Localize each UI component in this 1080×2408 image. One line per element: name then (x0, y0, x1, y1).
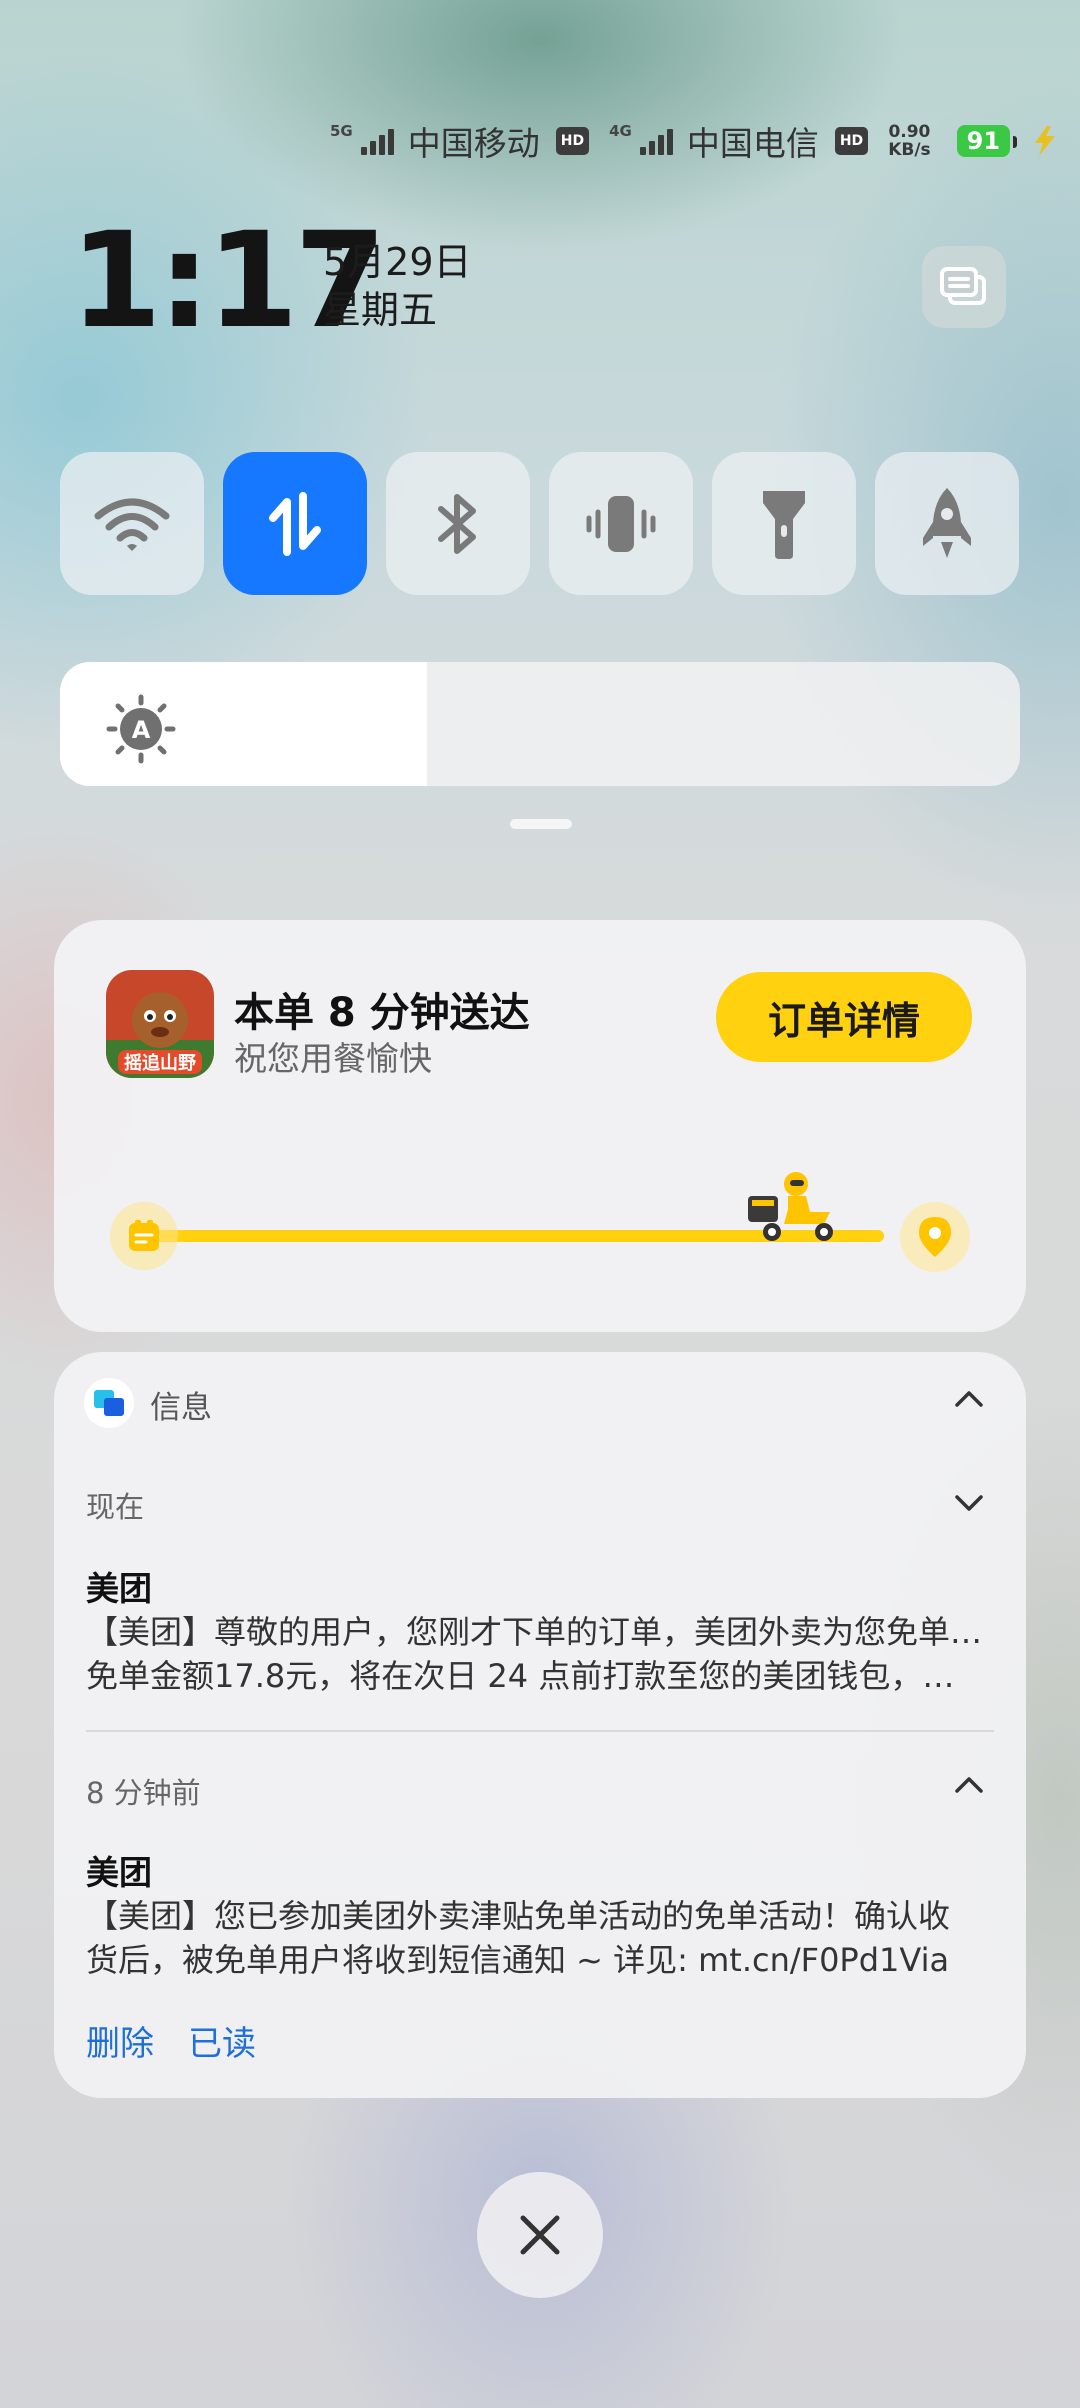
message-1-line-2: 免单金额17.8元，将在次日 24 点前打款至您的美团钱包，… (86, 1657, 955, 1695)
auto-brightness-icon: A (106, 694, 176, 764)
sim1-signal-icon (360, 127, 394, 155)
sim2-network-type: 4G (609, 121, 632, 140)
tile-mobile-data[interactable] (223, 452, 367, 595)
delivery-card[interactable]: 摇追山野 本单 8 分钟送达 祝您用餐愉快 订单详情 (54, 920, 1026, 1332)
location-pin-icon (919, 1217, 951, 1257)
meituan-app-icon: 摇追山野 (106, 970, 214, 1078)
rider-marker (744, 1166, 854, 1254)
delivery-title: 本单 8 分钟送达 (234, 990, 530, 1036)
edit-tiles-button[interactable] (922, 246, 1006, 328)
collapse-message-2-button[interactable] (954, 1770, 984, 1800)
tile-boost[interactable] (875, 452, 1019, 595)
flashlight-icon (763, 490, 805, 559)
message-2-body: 【美团】您已参加美团外卖津贴免单活动的免单活动！确认收 货后，被免单用户将收到短… (86, 1894, 996, 1982)
clock-date: 5月29日 星期五 (323, 238, 472, 334)
sim2-carrier: 中国电信 (686, 124, 819, 163)
date-label: 5月29日 (323, 240, 472, 284)
network-speed: 0.90 KB/s (888, 123, 930, 159)
messages-app-name: 信息 (150, 1390, 212, 1426)
data-transfer-icon (269, 491, 321, 556)
brightness-slider[interactable]: A (60, 662, 1020, 786)
message-divider (86, 1730, 994, 1732)
tile-bluetooth[interactable] (386, 452, 530, 595)
panel-drag-handle[interactable] (510, 819, 572, 829)
status-bar: 5G 中国移动 HD 4G 中国电信 HD 0.90 KB/s 91 (330, 118, 1058, 164)
sim2-hd-badge: HD (834, 127, 869, 155)
network-speed-unit: KB/s (888, 140, 931, 160)
message-2-time: 8 分钟前 (86, 1776, 201, 1810)
weekday-label: 星期五 (323, 288, 438, 332)
vibrate-icon (586, 495, 656, 552)
message-2-line-2: 货后，被免单用户将收到短信通知 ~ 详见: mt.cn/F0Pd1Via (86, 1941, 950, 1979)
sim2-signal-icon (639, 127, 673, 155)
charging-icon (1035, 126, 1056, 156)
sim1-hd-badge: HD (555, 127, 590, 155)
messages-app-icon (84, 1378, 134, 1428)
close-icon (520, 2215, 560, 2255)
rocket-icon (923, 487, 971, 558)
message-1-line-1: 【美团】尊敬的用户，您刚才下单的订单，美团外卖为您免单啦！ (86, 1613, 996, 1651)
tile-vibrate[interactable] (549, 452, 693, 595)
chevron-up-icon (955, 1391, 983, 1407)
chevron-up-icon (955, 1777, 983, 1793)
edit-layout-icon (940, 267, 986, 305)
order-details-button[interactable]: 订单详情 (716, 972, 972, 1062)
message-1-body: 【美团】尊敬的用户，您刚才下单的订单，美团外卖为您免单啦！ 免单金额17.8元，… (86, 1610, 996, 1698)
message-1-sender: 美团 (86, 1569, 152, 1608)
sim1-network-type: 5G (330, 121, 353, 140)
message-2-line-1: 【美团】您已参加美团外卖津贴免单活动的免单活动！确认收 (86, 1897, 951, 1935)
expand-message-1-button[interactable] (954, 1488, 984, 1518)
message-1-time: 现在 (86, 1490, 145, 1524)
chevron-down-icon (955, 1495, 983, 1511)
tile-wifi[interactable] (60, 452, 204, 595)
app-icon-logo-text: 摇追山野 (124, 1052, 196, 1074)
delete-button[interactable]: 删除 (86, 2016, 154, 2065)
mark-read-button[interactable]: 已读 (188, 2016, 256, 2065)
destination-marker (900, 1202, 970, 1272)
message-2-sender: 美团 (86, 1853, 152, 1892)
collapse-group-button[interactable] (954, 1384, 984, 1414)
clear-all-button[interactable] (477, 2172, 603, 2298)
delivery-subtitle: 祝您用餐愉快 (234, 1039, 432, 1078)
tile-flashlight[interactable] (712, 452, 856, 595)
brightness-mode-label: A (132, 716, 151, 744)
store-icon (129, 1220, 159, 1251)
bluetooth-icon (438, 493, 476, 554)
battery-level: 91 (956, 125, 1018, 157)
wifi-icon (94, 498, 170, 551)
messages-notification[interactable]: 信息 现在 美团 【美团】尊敬的用户，您刚才下单的订单，美团外卖为您免单啦！ 免… (54, 1352, 1026, 2098)
sim1-carrier: 中国移动 (407, 124, 540, 163)
network-speed-value: 0.90 (888, 122, 931, 142)
delivery-rider-icon (748, 1172, 833, 1241)
merchant-marker (110, 1202, 178, 1270)
